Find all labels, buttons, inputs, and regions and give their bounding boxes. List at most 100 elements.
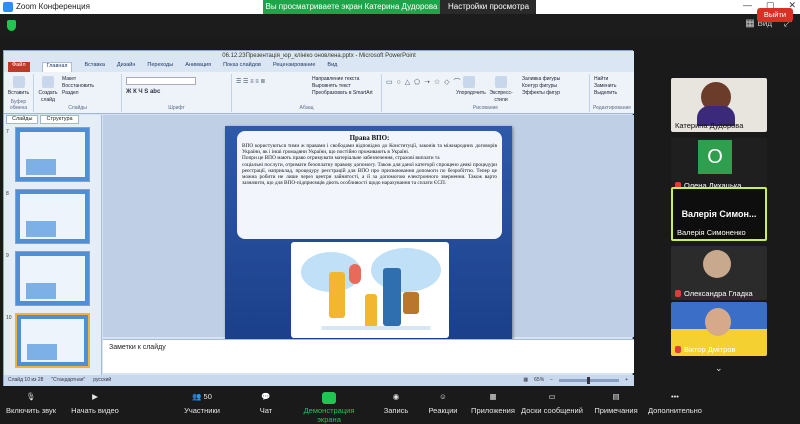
paste-icon[interactable] (12, 76, 25, 88)
tab-animation[interactable]: Анимация (185, 62, 211, 72)
share-screen-button[interactable]: Демонстрация экрана (292, 392, 366, 424)
participant-name: Олександра Гладка (684, 289, 753, 298)
replace-button[interactable]: Заменить (594, 83, 617, 90)
muted-mic-icon (675, 346, 681, 353)
align-text-button[interactable]: Выровнять текст (312, 83, 373, 90)
zoom-slider[interactable] (559, 376, 620, 384)
tab-transitions[interactable]: Переходы (147, 62, 173, 72)
record-icon: ◉ (392, 392, 400, 401)
start-video-button[interactable]: ▶ Начать видео (68, 392, 122, 415)
slide-thumbnail[interactable] (15, 189, 90, 244)
slide-thumbnail[interactable] (15, 251, 90, 306)
drawing-group-label: Рисование (472, 105, 499, 111)
section-button[interactable]: Раздел (62, 90, 94, 97)
slide-paragraph: соціальні послуги, отримати безоплатну п… (242, 161, 497, 187)
window-title: Zoom Конференция (16, 2, 90, 11)
security-shield-icon[interactable] (7, 20, 16, 31)
layout-button[interactable]: Макет (62, 76, 94, 83)
slides-group: Создать слайд Макет Восстановить Раздел … (34, 74, 122, 112)
slide-number: 9 (6, 253, 9, 259)
slide-notes[interactable]: Заметки к слайду (103, 339, 634, 373)
participant-name: Катерина Дудорова (675, 121, 744, 130)
editing-group: Найти Заменить Выделить Редактирование (590, 74, 634, 112)
chevron-down-icon[interactable]: ⌄ (715, 363, 723, 374)
participant-tile[interactable]: О Олена Лихацька (671, 138, 767, 192)
sharing-banner: Вы просматриваете экран Катерина Дудоров… (263, 0, 440, 14)
tab-file[interactable]: Файл (8, 62, 30, 72)
slide-text-panel[interactable]: Права ВПО: ВПО користуються тими ж права… (237, 131, 502, 239)
view-options-button[interactable]: Настройки просмотра ⌄ (440, 0, 536, 25)
current-slide[interactable]: Права ВПО: ВПО користуються тими ж права… (225, 126, 512, 342)
participant-big-label: Валерія Симон... (681, 209, 757, 219)
tab-insert[interactable]: Вставка (84, 62, 104, 72)
powerpoint-window: 06.12.23Презентація_юр_клініко оновлена.… (3, 50, 634, 386)
tab-design[interactable]: Дизайн (117, 62, 136, 72)
meeting-toolbar: 🎙 Включить звук ▶ Начать видео 👥 50 Учас… (0, 388, 800, 424)
slide-heading: Права ВПО: (349, 134, 390, 142)
paste-button[interactable]: Вставить (4, 90, 33, 97)
unmute-button[interactable]: 🎙 Включить звук (4, 392, 58, 415)
shape-fill-button[interactable]: Заливка фигуры (522, 76, 560, 83)
tab-slideshow[interactable]: Показ слайдов (223, 62, 261, 72)
tab-home[interactable]: Главная (41, 62, 73, 72)
tab-view[interactable]: Вид (327, 62, 337, 72)
tab-review[interactable]: Рецензирование (273, 62, 315, 72)
shape-outline-button[interactable]: Контур фигуры (522, 83, 560, 90)
convert-smartart-button[interactable]: Преобразовать в SmartArt (312, 90, 373, 97)
reset-button[interactable]: Восстановить (62, 83, 94, 90)
editing-group-label: Редактирование (592, 105, 632, 111)
quick-styles-button[interactable]: Экспресс-стили (486, 90, 516, 104)
paragraph-buttons[interactable]: ☰ ☰ ≡ ≡ ≣ (236, 78, 265, 85)
minimize-icon[interactable]: — (743, 0, 752, 11)
participant-tile[interactable]: Віктор Дмітров (671, 302, 767, 356)
apps-icon: ▦ (489, 392, 497, 401)
create-slide-button[interactable]: Создать слайд (37, 90, 59, 104)
notes-button[interactable]: ▤ Примечания (594, 392, 638, 415)
normal-view-icon[interactable]: ▦ (523, 377, 528, 383)
notes-icon: ▤ (612, 392, 620, 401)
leave-button[interactable]: Выйти (757, 8, 793, 22)
zoom-logo-icon (3, 2, 13, 12)
font-name-select[interactable] (126, 77, 196, 85)
arrange-icon[interactable] (463, 76, 475, 88)
participants-button[interactable]: 👥 50 Участники (180, 392, 224, 415)
quick-styles-icon[interactable] (495, 76, 507, 88)
avatar: О (698, 140, 732, 174)
zoom-out-icon[interactable]: − (550, 377, 553, 383)
reactions-icon: ☺ (439, 392, 447, 401)
slide-number: 8 (6, 191, 9, 197)
apps-button[interactable]: ▦ Приложения (470, 392, 516, 415)
zoom-in-icon[interactable]: + (625, 377, 628, 383)
ppt-ribbon-tabs: Файл Главная Вставка Дизайн Переходы Ани… (4, 62, 634, 72)
slide-editing-area[interactable]: Права ВПО: ВПО користуються тими ж права… (103, 115, 634, 342)
participants-count: 50 (203, 392, 212, 401)
record-button[interactable]: ◉ Запись (382, 392, 410, 415)
family-illustration (291, 242, 449, 338)
muted-mic-icon (675, 290, 681, 297)
shape-effects-button[interactable]: Эффекты фигур (522, 90, 560, 97)
find-button[interactable]: Найти (594, 76, 617, 83)
participant-tile-active[interactable]: Валерія Симон... Валерія Симоненко (671, 187, 767, 241)
chat-button[interactable]: 💬 Чат (254, 392, 278, 415)
arrange-button[interactable]: Упорядочить (456, 90, 486, 97)
font-format-buttons[interactable]: Ж К Ч S abc (126, 89, 160, 95)
paragraph-group-label: Абзац (299, 105, 314, 111)
tab-outline[interactable]: Структура (40, 115, 79, 124)
chat-icon: 💬 (261, 392, 271, 401)
more-button[interactable]: ••• Дополнительно (646, 392, 704, 415)
whiteboard-icon: ▭ (548, 392, 556, 401)
slide-thumbnail-selected[interactable] (15, 313, 90, 368)
whiteboards-button[interactable]: ▭ Доски сообщений (520, 392, 584, 415)
video-person (705, 308, 731, 336)
participant-tile[interactable]: Катерина Дудорова (671, 78, 767, 132)
reactions-button[interactable]: ☺ Реакции (426, 392, 460, 415)
new-slide-icon[interactable] (42, 76, 54, 88)
shapes-gallery[interactable]: ▭ ○ △ ⬠ ➝ ☆ ◇ ⌒ (386, 77, 461, 87)
participant-tile[interactable]: Олександра Гладка (671, 246, 767, 300)
slide-thumbnail[interactable] (15, 127, 90, 182)
tab-slides[interactable]: Слайды (6, 115, 39, 124)
more-icon: ••• (671, 392, 679, 401)
select-button[interactable]: Выделить (594, 90, 617, 97)
zoom-level: 65% (534, 377, 545, 383)
text-direction-button[interactable]: Направление текста (312, 76, 373, 83)
